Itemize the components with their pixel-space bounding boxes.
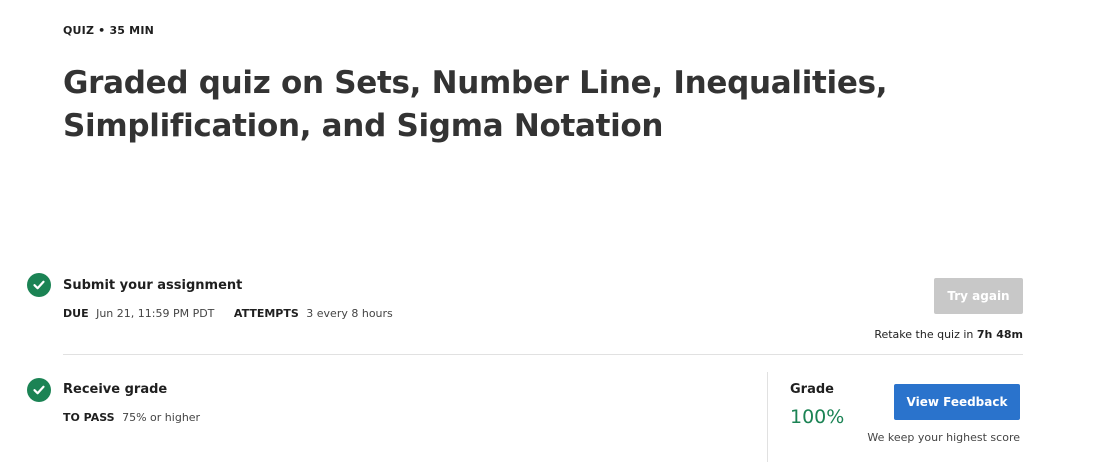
check-circle-icon	[27, 273, 51, 297]
quiz-kicker: QUIZ • 35 MIN	[63, 24, 155, 37]
submit-meta: DUE Jun 21, 11:59 PM PDT ATTEMPTS 3 ever…	[63, 307, 409, 320]
view-feedback-button[interactable]: View Feedback	[894, 384, 1020, 420]
grade-label: Grade	[790, 382, 834, 397]
grade-divider	[767, 372, 768, 462]
check-circle-icon	[27, 378, 51, 402]
section-divider	[63, 354, 1023, 355]
receive-meta: TO PASS 75% or higher	[63, 411, 216, 424]
page-title: Graded quiz on Sets, Number Line, Inequa…	[63, 65, 888, 144]
retake-countdown: Retake the quiz in 7h 48m	[840, 328, 1023, 341]
highest-score-note: We keep your highest score	[867, 431, 1020, 444]
grade-value: 100%	[790, 406, 845, 428]
attempts-value: 3 every 8 hours	[306, 307, 393, 320]
retake-time: 7h 48m	[976, 328, 1023, 341]
retake-prefix: Retake the quiz in	[874, 328, 974, 341]
try-again-button[interactable]: Try again	[934, 278, 1023, 314]
submit-step-title: Submit your assignment	[63, 278, 243, 293]
due-label: DUE	[63, 307, 89, 320]
due-value: Jun 21, 11:59 PM PDT	[96, 307, 215, 320]
to-pass-value: 75% or higher	[122, 411, 201, 424]
attempts-label: ATTEMPTS	[233, 307, 299, 320]
receive-step-title: Receive grade	[63, 382, 168, 397]
to-pass-label: TO PASS	[63, 411, 115, 424]
